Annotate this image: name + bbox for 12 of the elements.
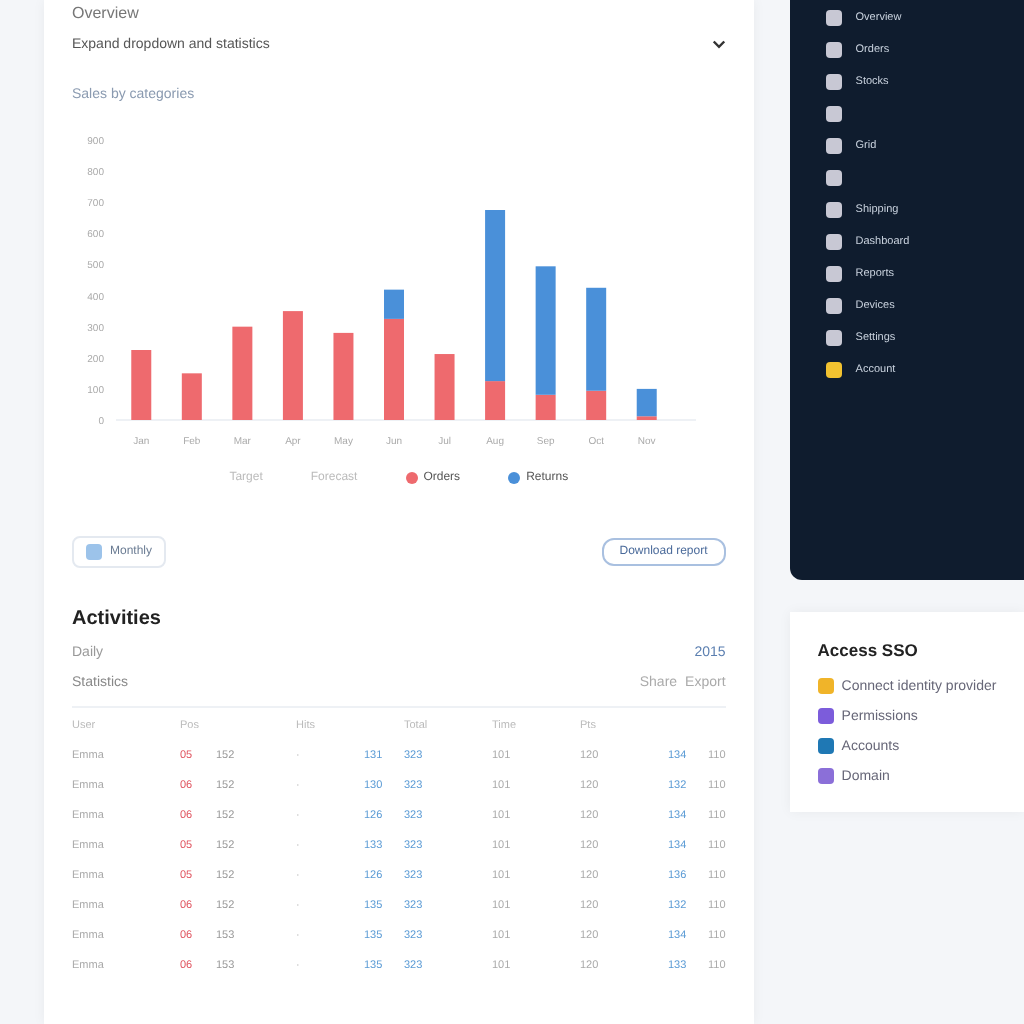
bar: [181, 373, 202, 420]
bar: [131, 350, 152, 420]
section-title: Activities: [72, 608, 163, 630]
card-title: Access SSO: [817, 640, 920, 660]
legend-dot-icon: [405, 472, 418, 484]
bar: [232, 326, 253, 420]
legend-dot-icon: [508, 472, 521, 484]
chevron-icon[interactable]: [711, 38, 726, 52]
page-title: Overview: [72, 2, 141, 22]
bar: [282, 311, 303, 420]
bar: [333, 332, 354, 420]
bar: [434, 354, 455, 420]
